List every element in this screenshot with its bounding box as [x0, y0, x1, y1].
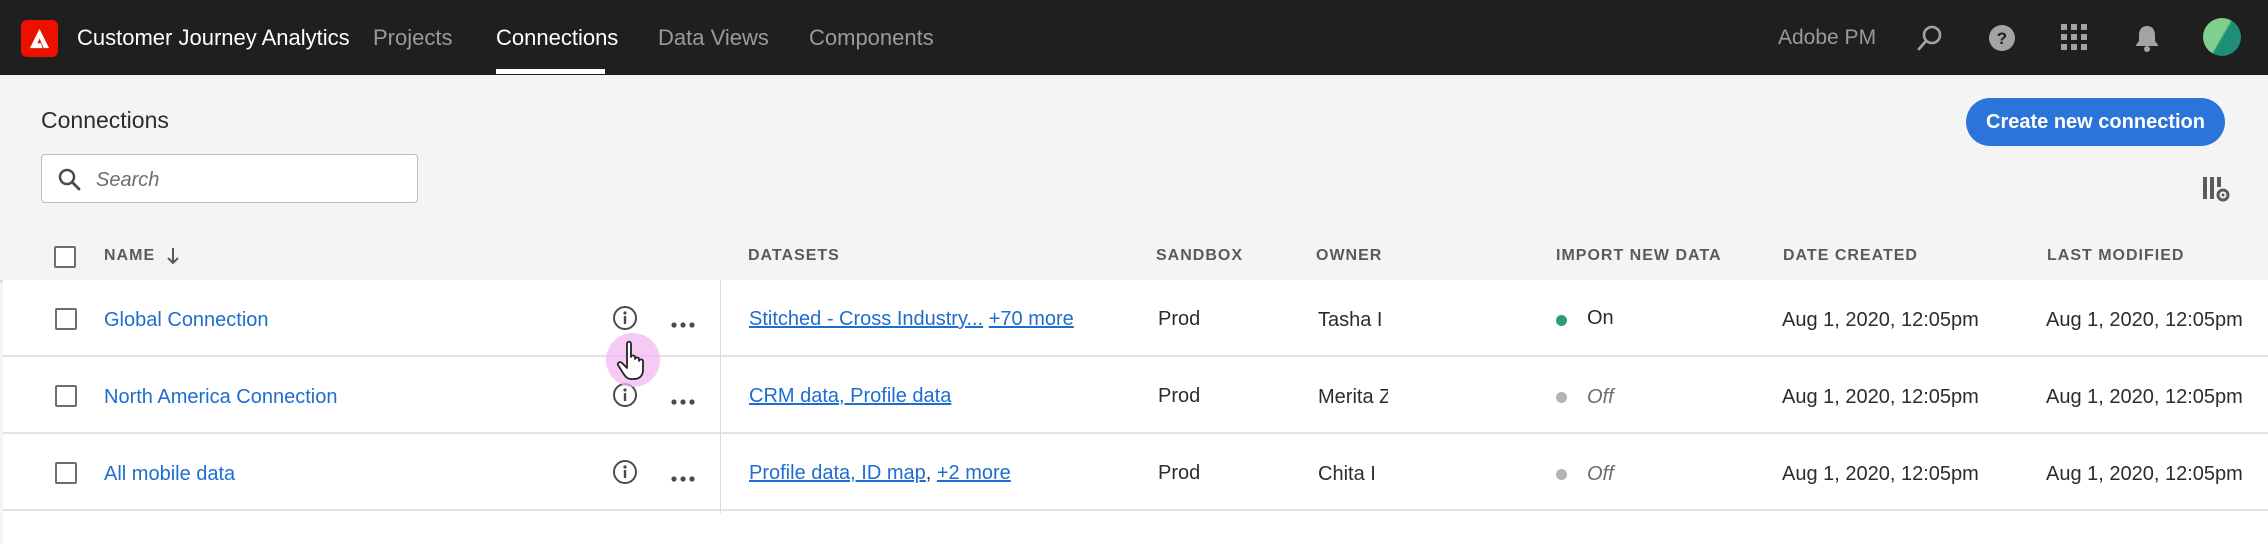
connection-name-link[interactable]: All mobile data: [104, 463, 235, 486]
import-status-cell: Off: [1587, 386, 1614, 408]
last-modified-cell: Aug 1, 2020, 12:05pm: [2046, 463, 2243, 485]
page-title: Connections: [41, 107, 169, 133]
import-status-cell: Off: [1587, 463, 1614, 485]
last-modified-cell: Aug 1, 2020, 12:05pm: [2046, 309, 2243, 331]
column-divider: [720, 280, 721, 513]
datasets-more-link[interactable]: +70 more: [989, 308, 1074, 330]
import-status-cell: On: [1587, 307, 1614, 329]
table-header-row: NAME DATASETS SANDBOX OWNER IMPORT NEW D…: [0, 228, 2268, 283]
status-on-indicator: [1556, 315, 1567, 326]
datasets-link[interactable]: Stitched - Cross Industry...: [749, 308, 983, 330]
owner-cell: Chita I: [1318, 463, 1376, 485]
connections-table-body: Global Connection Stitched - Cross Indus…: [3, 280, 2268, 544]
column-header-last-modified[interactable]: LAST MODIFIED: [2047, 247, 2184, 265]
top-navigation-bar: Customer Journey Analytics Projects Conn…: [0, 0, 2268, 75]
hand-cursor-icon: [603, 330, 663, 395]
column-header-import-new-data[interactable]: IMPORT NEW DATA: [1556, 247, 1722, 265]
sort-descending-arrow-icon[interactable]: [165, 246, 181, 271]
date-created-cell: Aug 1, 2020, 12:05pm: [1782, 309, 1979, 331]
status-off-indicator: [1556, 392, 1567, 403]
app-switcher-icon[interactable]: [2061, 24, 2087, 55]
column-header-date-created[interactable]: DATE CREATED: [1783, 247, 1918, 265]
date-created-cell: Aug 1, 2020, 12:05pm: [1782, 386, 1979, 408]
table-row[interactable]: North America Connection CRM data, Profi…: [3, 357, 2268, 434]
status-off-indicator: [1556, 469, 1567, 480]
sandbox-cell: Prod: [1158, 462, 1201, 484]
column-header-datasets[interactable]: DATASETS: [748, 247, 840, 265]
datasets-cell: Profile data, ID map, +2 more: [749, 462, 1011, 484]
adobe-logo-icon[interactable]: [21, 20, 58, 57]
more-actions-icon[interactable]: [671, 392, 695, 410]
table-row[interactable]: Global Connection Stitched - Cross Indus…: [3, 280, 2268, 357]
column-header-owner[interactable]: OWNER: [1316, 247, 1382, 265]
search-icon[interactable]: [1916, 24, 1944, 57]
notifications-bell-icon[interactable]: [2134, 24, 2160, 57]
create-new-connection-button[interactable]: Create new connection: [1966, 98, 2225, 146]
column-header-sandbox[interactable]: SANDBOX: [1156, 247, 1243, 265]
search-field[interactable]: [41, 154, 418, 203]
column-header-name[interactable]: NAME: [104, 247, 155, 265]
owner-cell: Merita Z: [1318, 386, 1388, 408]
svg-text:?: ?: [1997, 29, 2007, 48]
tab-data-views[interactable]: Data Views: [658, 25, 769, 51]
connection-name-link[interactable]: Global Connection: [104, 309, 269, 332]
row-checkbox[interactable]: [55, 385, 77, 407]
tab-connections[interactable]: Connections: [496, 25, 618, 51]
tab-projects[interactable]: Projects: [373, 25, 452, 51]
search-icon: [58, 168, 81, 191]
help-icon[interactable]: ?: [1988, 24, 2016, 57]
active-tab-indicator: [496, 69, 605, 74]
sandbox-cell: Prod: [1158, 308, 1201, 330]
datasets-link[interactable]: Profile data, ID map: [749, 462, 926, 484]
sandbox-cell: Prod: [1158, 385, 1201, 407]
select-all-checkbox[interactable]: [54, 246, 76, 268]
user-avatar[interactable]: [2203, 18, 2241, 56]
row-checkbox[interactable]: [55, 308, 77, 330]
org-switcher[interactable]: Adobe PM: [1778, 26, 1876, 50]
more-actions-icon[interactable]: [671, 315, 695, 333]
more-actions-icon[interactable]: [671, 469, 695, 487]
connection-name-link[interactable]: North America Connection: [104, 386, 337, 409]
date-created-cell: Aug 1, 2020, 12:05pm: [1782, 463, 1979, 485]
info-icon[interactable]: [612, 459, 638, 490]
app-title[interactable]: Customer Journey Analytics: [77, 25, 350, 51]
datasets-more-link[interactable]: +2 more: [937, 462, 1011, 484]
last-modified-cell: Aug 1, 2020, 12:05pm: [2046, 386, 2243, 408]
column-settings-icon[interactable]: [2202, 176, 2230, 207]
search-input[interactable]: [94, 165, 408, 195]
datasets-link[interactable]: CRM data, Profile data: [749, 385, 951, 407]
table-row[interactable]: All mobile data Profile data, ID map, +2…: [3, 434, 2268, 511]
datasets-cell: CRM data, Profile data: [749, 385, 951, 408]
tab-components[interactable]: Components: [809, 25, 934, 51]
datasets-cell: Stitched - Cross Industry... +70 more: [749, 308, 1074, 331]
row-checkbox[interactable]: [55, 462, 77, 484]
owner-cell: Tasha I: [1318, 309, 1383, 331]
